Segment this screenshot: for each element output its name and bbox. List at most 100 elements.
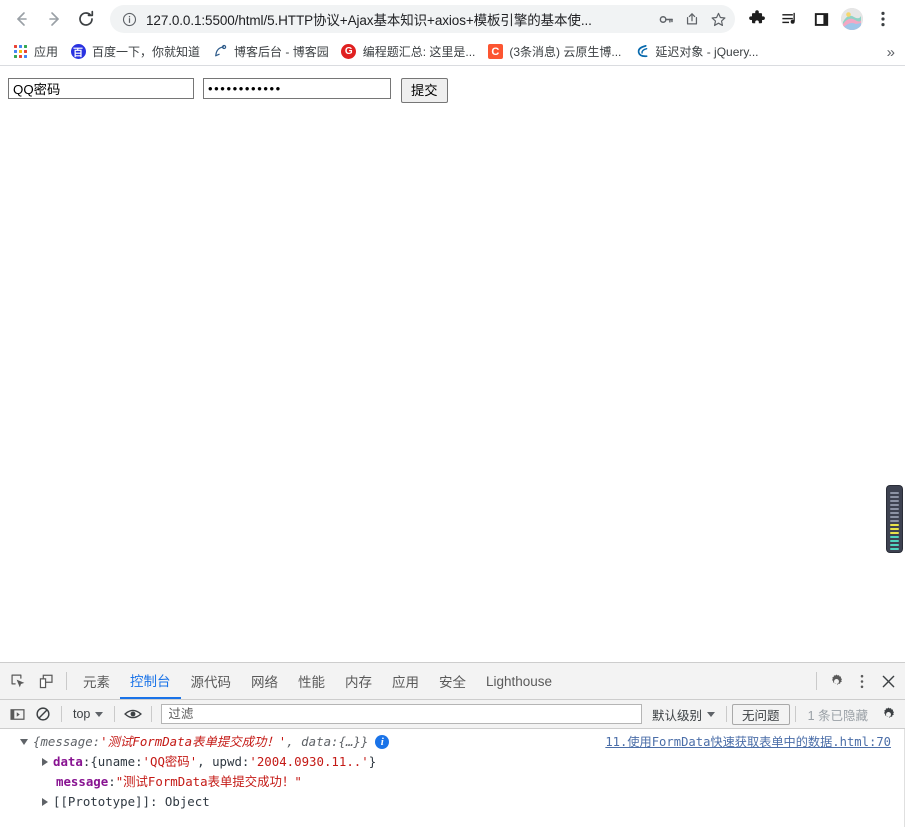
- log-property-key: message: [56, 774, 109, 789]
- context-selector-label: top: [73, 707, 91, 721]
- console-toolbar: top 默认级别 无问题 1 条已隐藏: [0, 700, 905, 729]
- chevron-down-icon: [95, 711, 104, 717]
- devtools-more-icon[interactable]: [849, 667, 875, 695]
- log-line-prototype[interactable]: [[Prototype]]: Object: [20, 792, 905, 812]
- bookmark-label: (3条消息) 云原生博...: [509, 45, 622, 59]
- settings-gear-icon[interactable]: [823, 667, 849, 695]
- jquery-favicon: [633, 44, 649, 60]
- filterbar-divider-5: [794, 706, 796, 722]
- tab-sources[interactable]: 源代码: [181, 663, 242, 699]
- log-line-message[interactable]: message : "测试FormData表单提交成功！": [20, 772, 905, 792]
- bookmark-star-icon[interactable]: [705, 6, 731, 32]
- log-object-close: }: [368, 754, 377, 769]
- username-input[interactable]: [8, 78, 194, 99]
- log-line-summary[interactable]: {message: '测试FormData表单提交成功！' , data: {……: [20, 732, 905, 752]
- cnblogs-favicon: [212, 44, 228, 60]
- browser-toolbar: 127.0.0.1:5500/html/5.HTTP协议+Ajax基本知识+ax…: [0, 0, 905, 38]
- bookmark-item-programming[interactable]: G 编程题汇总: 这里是...: [335, 41, 482, 63]
- address-bar[interactable]: 127.0.0.1:5500/html/5.HTTP协议+Ajax基本知识+ax…: [110, 5, 735, 33]
- clear-console-icon[interactable]: [30, 702, 56, 726]
- filterbar-divider-1: [61, 706, 62, 722]
- log-colon: :: [108, 774, 116, 789]
- device-toolbar-icon[interactable]: [32, 667, 60, 695]
- tab-performance[interactable]: 性能: [288, 663, 335, 699]
- tab-console[interactable]: 控制台: [120, 663, 181, 699]
- expand-triangle-down-icon[interactable]: [20, 739, 28, 745]
- toolbar-divider-right: [816, 672, 817, 690]
- side-panel-icon[interactable]: [808, 5, 834, 33]
- devtools-tabbar: 元素 控制台 源代码 网络 性能 内存 应用 安全 Lighthouse: [0, 663, 905, 700]
- page-viewport: 提交: [0, 66, 905, 662]
- bookmark-item-jquery[interactable]: 延迟对象 - jQuery...: [627, 41, 764, 63]
- browser-chrome: 127.0.0.1:5500/html/5.HTTP协议+Ajax基本知识+ax…: [0, 0, 905, 66]
- tab-security[interactable]: 安全: [429, 663, 476, 699]
- bookmark-item-baidu[interactable]: 百 百度一下，你就知道: [64, 41, 206, 63]
- tab-network[interactable]: 网络: [241, 663, 288, 699]
- back-button[interactable]: [8, 5, 36, 33]
- chrome-menu-icon[interactable]: [870, 5, 896, 33]
- tab-lighthouse[interactable]: Lighthouse: [476, 663, 562, 699]
- console-output[interactable]: {message: '测试FormData表单提交成功！' , data: {……: [0, 729, 905, 827]
- bookmark-label: 百度一下，你就知道: [92, 45, 201, 59]
- live-expression-icon[interactable]: [120, 702, 146, 726]
- page-info-icon[interactable]: [120, 10, 138, 28]
- filterbar-divider-4: [726, 706, 728, 722]
- log-property-key: data: [53, 754, 83, 769]
- filterbar-divider-2: [114, 706, 116, 722]
- inspect-element-icon[interactable]: [4, 667, 32, 695]
- devtools-close-icon[interactable]: [875, 667, 901, 695]
- apps-grid-icon: [12, 44, 28, 60]
- log-object-mid: , data:: [286, 734, 339, 749]
- formdata-form: 提交: [0, 66, 905, 103]
- media-playlist-icon[interactable]: [776, 5, 802, 33]
- forward-button[interactable]: [40, 5, 68, 33]
- info-badge-icon[interactable]: i: [375, 735, 390, 749]
- log-source-link[interactable]: 11.使用FormData快速获取表单中的数据.html:70: [605, 732, 891, 752]
- context-selector[interactable]: top: [67, 703, 109, 725]
- password-input[interactable]: [203, 78, 391, 99]
- log-uname-value: 'QQ密码': [142, 754, 198, 769]
- log-line-data[interactable]: data : {uname: 'QQ密码' , upwd: '2004.0930…: [20, 752, 905, 772]
- csdn-favicon: C: [487, 44, 503, 60]
- console-settings-icon[interactable]: [875, 702, 901, 726]
- bookmarks-bar: 应用 百 百度一下，你就知道 博客后台 - 博客园 G 编程题汇总: 这里是..: [0, 38, 905, 66]
- bookmark-label: 编程题汇总: 这里是...: [362, 45, 476, 59]
- hidden-messages-count[interactable]: 1 条已隐藏: [801, 705, 875, 724]
- bookmark-label: 延迟对象 - jQuery...: [655, 45, 759, 59]
- tab-application[interactable]: 应用: [382, 663, 429, 699]
- toolbar-divider: [66, 672, 67, 690]
- bookmarks-overflow-button[interactable]: »: [883, 38, 899, 65]
- log-object-open: {uname:: [90, 754, 143, 769]
- log-object-mid: , upwd:: [197, 754, 250, 769]
- log-message-string: '测试FormData表单提交成功！': [100, 734, 287, 749]
- reload-button[interactable]: [72, 5, 100, 33]
- tab-memory[interactable]: 内存: [335, 663, 382, 699]
- profile-avatar[interactable]: [841, 8, 863, 30]
- log-level-selector[interactable]: 默认级别: [646, 703, 721, 725]
- devtools-panel: 元素 控制台 源代码 网络 性能 内存 应用 安全 Lighthouse top…: [0, 662, 905, 827]
- console-filter-input[interactable]: [161, 704, 643, 724]
- arrow-right-icon: [49, 12, 59, 26]
- submit-button[interactable]: 提交: [401, 78, 448, 103]
- share-icon[interactable]: [679, 6, 705, 32]
- bookmark-item-csdn[interactable]: C (3条消息) 云原生博...: [481, 41, 627, 63]
- bookmark-apps[interactable]: 应用: [6, 41, 64, 63]
- page-scrollbar-thumb[interactable]: [887, 486, 902, 552]
- tab-elements[interactable]: 元素: [73, 663, 120, 699]
- log-object-suffix: {…}}: [338, 734, 369, 749]
- console-log-group[interactable]: {message: '测试FormData表单提交成功！' , data: {……: [0, 732, 905, 812]
- page-scrollbar[interactable]: [883, 66, 905, 662]
- issues-button[interactable]: 无问题: [732, 703, 790, 725]
- bookmark-label: 博客后台 - 博客园: [234, 45, 329, 59]
- password-key-icon[interactable]: [653, 6, 679, 32]
- log-message-value: "测试FormData表单提交成功！": [115, 774, 302, 789]
- bookmark-item-cnblogs[interactable]: 博客后台 - 博客园: [206, 41, 335, 63]
- log-level-label: 默认级别: [652, 708, 703, 723]
- reload-icon: [79, 10, 94, 26]
- expand-triangle-right-icon[interactable]: [42, 758, 48, 766]
- extensions-puzzle-icon[interactable]: [744, 5, 770, 33]
- expand-triangle-right-icon[interactable]: [42, 798, 48, 806]
- console-sidebar-icon[interactable]: [4, 702, 30, 726]
- log-colon: :: [82, 754, 91, 769]
- log-upwd-value: '2004.0930.11..': [249, 754, 369, 769]
